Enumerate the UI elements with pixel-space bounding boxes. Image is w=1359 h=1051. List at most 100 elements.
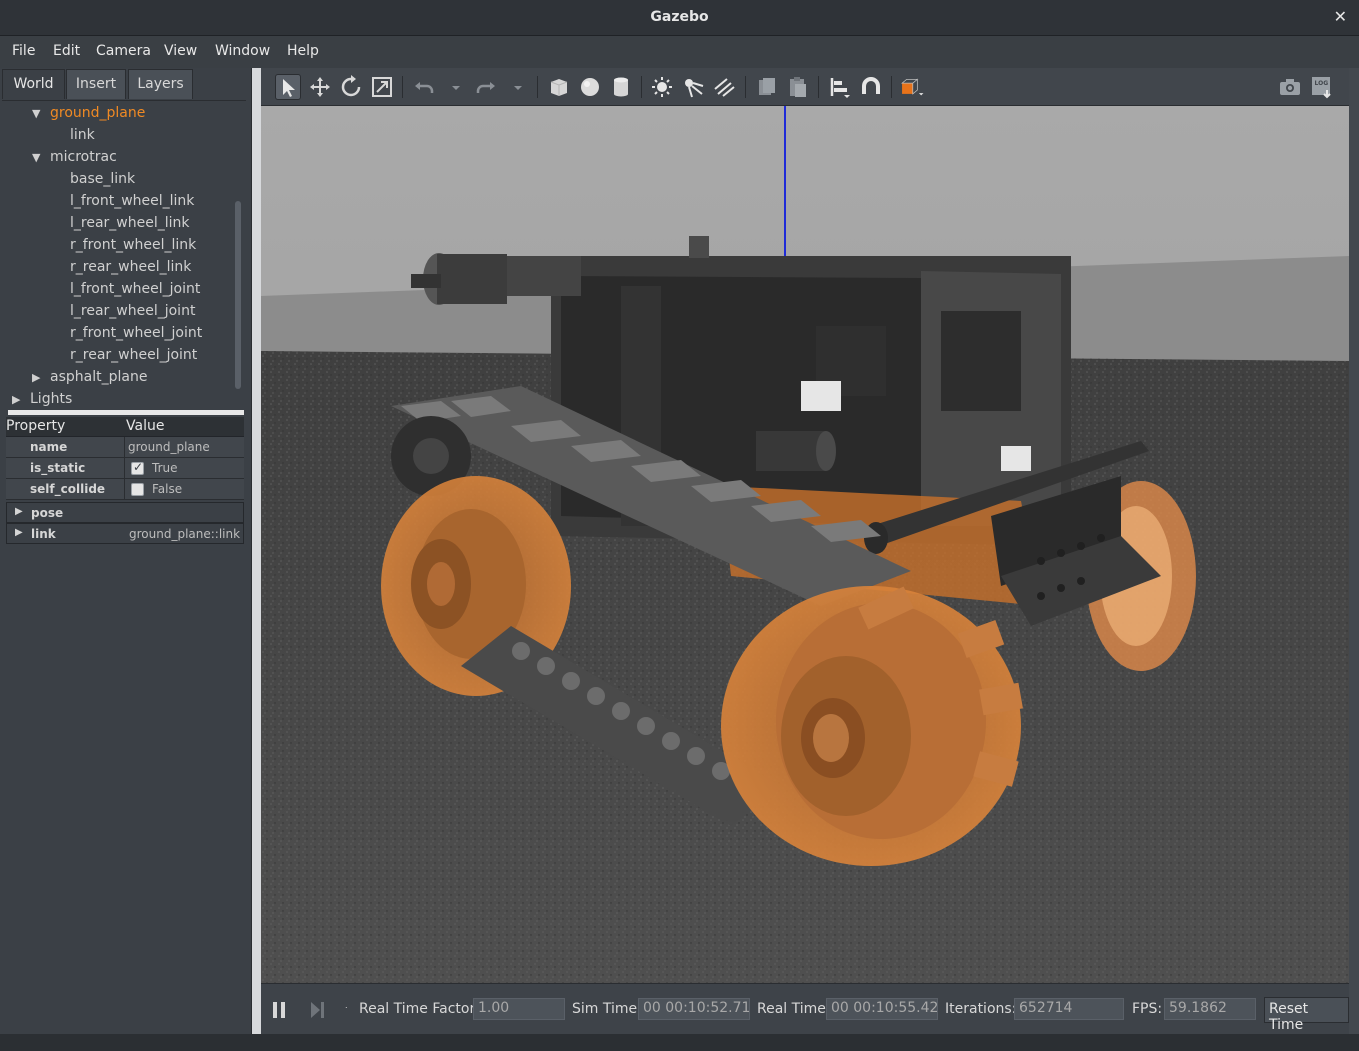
paste-icon[interactable] <box>785 74 811 100</box>
prop-key: is_static <box>30 461 86 475</box>
tree-item-label: r_front_wheel_link <box>70 237 197 253</box>
scene-render[interactable] <box>261 106 1349 983</box>
real-time-factor-field: 1.00 <box>473 998 565 1020</box>
scale-icon[interactable] <box>369 74 395 100</box>
tree-item-r-rear-wheel-link[interactable]: r_rear_wheel_link <box>70 259 191 281</box>
header-value: Value <box>126 418 165 434</box>
pause-icon[interactable] <box>271 1001 287 1019</box>
menu-edit[interactable]: Edit <box>53 43 80 59</box>
panel-splitter[interactable] <box>8 410 244 415</box>
window-title: Gazebo <box>650 9 709 25</box>
log-icon[interactable]: LOG <box>1309 74 1335 100</box>
prop-row-is-static[interactable]: is_static True <box>6 458 244 479</box>
tree-item-ground-plane[interactable]: ▼ ground_plane <box>32 105 145 127</box>
real-time-factor-label: Real Time Factor: <box>359 1001 480 1017</box>
window-bottom-strip <box>0 1034 1359 1051</box>
cylinder-icon[interactable] <box>608 74 634 100</box>
select-arrow-icon[interactable] <box>275 74 301 100</box>
toolbar-separator <box>891 76 892 98</box>
prop-value: ground_plane <box>128 440 210 454</box>
collapsed-arrow-icon[interactable]: ▶ <box>32 371 40 384</box>
prop-row-pose[interactable]: ▶ pose <box>6 502 244 523</box>
sim-time-label: Sim Time: <box>572 1001 642 1017</box>
tree-item-r-rear-wheel-joint[interactable]: r_rear_wheel_joint <box>70 347 197 369</box>
toolbar-separator <box>641 76 642 98</box>
step-dropdown-dot[interactable]: . <box>345 1001 348 1010</box>
fps-field: 59.1862 <box>1164 998 1256 1020</box>
menu-camera[interactable]: Camera <box>96 43 151 59</box>
is-static-checkbox[interactable] <box>131 460 144 475</box>
tree-item-label: r_rear_wheel_link <box>70 259 192 275</box>
collapsed-arrow-icon[interactable]: ▶ <box>12 393 20 406</box>
prop-key: name <box>30 440 68 454</box>
point-light-icon[interactable] <box>649 74 675 100</box>
close-icon[interactable]: ✕ <box>1334 7 1347 26</box>
tree-item-link[interactable]: link <box>70 127 95 149</box>
tree-item-r-front-wheel-link[interactable]: r_front_wheel_link <box>70 237 196 259</box>
box-icon[interactable] <box>546 74 572 100</box>
expanded-arrow-icon[interactable]: ▼ <box>32 107 40 120</box>
rotate-icon[interactable] <box>338 74 364 100</box>
redo-dropdown-icon[interactable] <box>505 74 522 100</box>
tree-item-asphalt-plane[interactable]: ▶ asphalt_plane <box>32 369 148 391</box>
tab-world[interactable]: World <box>2 69 65 99</box>
align-icon[interactable] <box>827 74 853 100</box>
menu-file[interactable]: File <box>12 43 35 59</box>
tree-item-r-front-wheel-joint[interactable]: r_front_wheel_joint <box>70 325 202 347</box>
sim-time-field: 00 00:10:52.714 <box>638 998 750 1020</box>
reset-time-button[interactable]: Reset Time <box>1264 997 1349 1033</box>
prop-row-self-collide[interactable]: self_collide False <box>6 479 244 500</box>
tree-item-base-link[interactable]: base_link <box>70 171 135 193</box>
snap-magnet-icon[interactable] <box>858 74 884 100</box>
tree-item-label: base_link <box>70 171 136 187</box>
tree-item-l-rear-wheel-link[interactable]: l_rear_wheel_link <box>70 215 190 237</box>
prop-key: link <box>31 527 56 541</box>
undo-icon[interactable] <box>411 74 437 100</box>
toolbar-separator <box>745 76 746 98</box>
menu-view[interactable]: View <box>164 43 197 59</box>
tree-item-l-front-wheel-joint[interactable]: l_front_wheel_joint <box>70 281 200 303</box>
3d-viewport[interactable] <box>261 106 1349 983</box>
tab-insert[interactable]: Insert <box>66 69 126 99</box>
menu-help[interactable]: Help <box>287 43 319 59</box>
tree-item-l-front-wheel-link[interactable]: l_front_wheel_link <box>70 193 194 215</box>
view-angle-icon[interactable] <box>899 74 933 100</box>
iterations-label: Iterations: <box>945 1001 1017 1017</box>
menu-window[interactable]: Window <box>215 43 270 59</box>
tree-scrollbar[interactable] <box>235 201 241 389</box>
tree-item-label: asphalt_plane <box>50 369 148 385</box>
right-edge <box>1349 68 1359 1034</box>
gazebo-window: Gazebo ✕ File Edit Camera View Window He… <box>0 0 1359 1051</box>
toolbar-separator <box>537 76 538 98</box>
title-bar: Gazebo ✕ <box>0 0 1359 36</box>
translate-icon[interactable] <box>307 74 333 100</box>
prop-value: ground_plane::link <box>129 527 241 541</box>
undo-dropdown-icon[interactable] <box>443 74 460 100</box>
toolbar-separator <box>818 76 819 98</box>
tree-item-label: l_front_wheel_joint <box>70 281 201 297</box>
panel-resize-handle[interactable] <box>252 68 261 1034</box>
column-divider <box>124 479 125 500</box>
screenshot-icon[interactable] <box>1277 74 1303 100</box>
column-divider <box>124 437 125 458</box>
toolbar: LOG <box>261 68 1349 106</box>
step-icon[interactable] <box>309 1001 327 1019</box>
world-tree: ▼ ground_plane link ▼ microtrac base_link … <box>2 100 246 412</box>
real-time-field: 00 00:10:55.428 <box>826 998 938 1020</box>
sphere-icon[interactable] <box>577 74 603 100</box>
collapsed-arrow-icon[interactable]: ▶ <box>15 527 23 538</box>
tab-layers[interactable]: Layers <box>128 69 193 99</box>
directional-light-icon[interactable] <box>711 74 737 100</box>
tree-item-l-rear-wheel-joint[interactable]: l_rear_wheel_joint <box>70 303 195 325</box>
column-divider <box>124 458 125 479</box>
spot-light-icon[interactable] <box>680 74 706 100</box>
expanded-arrow-icon[interactable]: ▼ <box>32 151 40 164</box>
self-collide-checkbox[interactable] <box>131 483 144 496</box>
redo-icon[interactable] <box>473 74 499 100</box>
tree-item-microtrac[interactable]: ▼ microtrac <box>32 149 117 171</box>
collapsed-arrow-icon[interactable]: ▶ <box>15 506 23 517</box>
prop-row-link[interactable]: ▶ link ground_plane::link <box>6 523 244 544</box>
tree-item-label: l_rear_wheel_joint <box>70 303 196 319</box>
copy-icon[interactable] <box>754 74 780 100</box>
prop-row-name[interactable]: name ground_plane <box>6 437 244 458</box>
